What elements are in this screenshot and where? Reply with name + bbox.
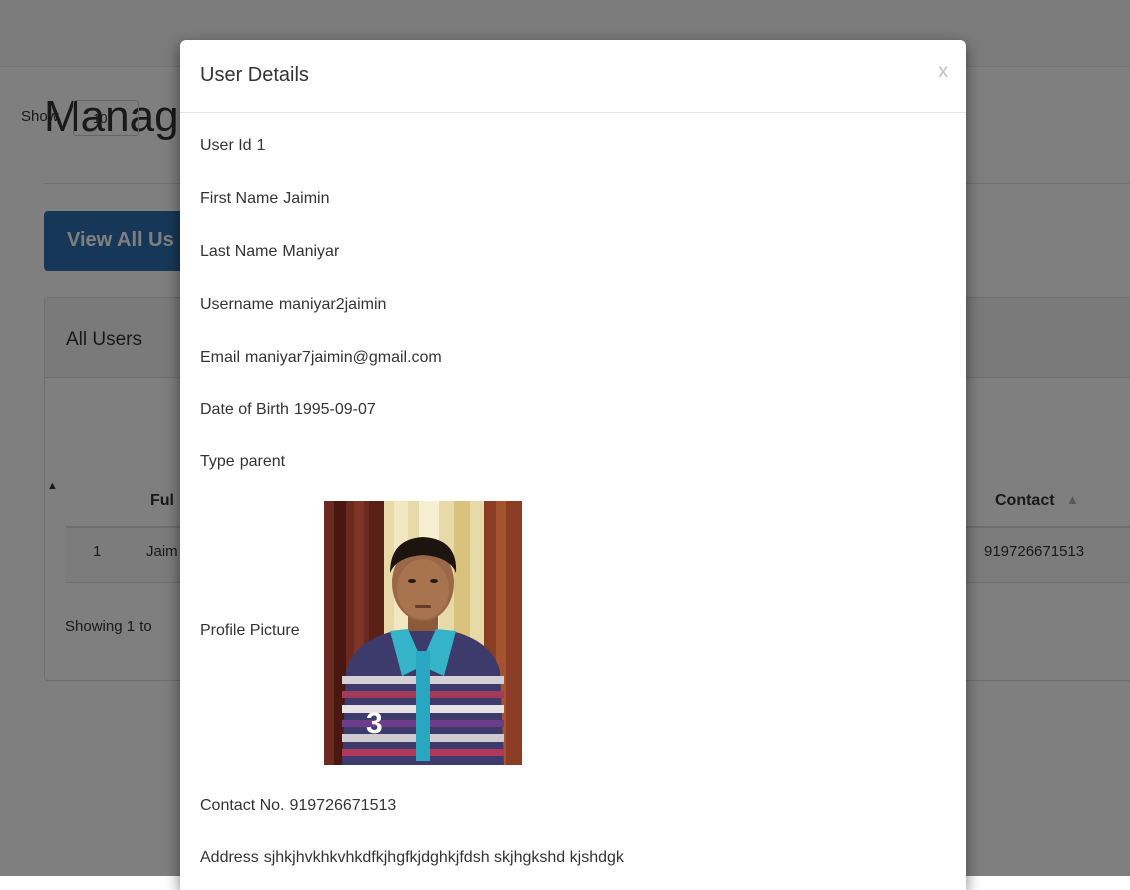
field-last-name: Last Name Maniyar	[200, 243, 339, 261]
field-label: Type	[200, 453, 235, 470]
field-label: User Id	[200, 137, 252, 154]
profile-picture-label: Profile Picture	[200, 622, 300, 639]
field-value: 919726671513	[289, 797, 397, 814]
field-username: Username maniyar2jaimin	[200, 296, 386, 314]
field-value: Maniyar	[282, 243, 340, 260]
field-value: maniyar7jaimin@gmail.com	[245, 349, 442, 366]
field-label: First Name	[200, 190, 279, 207]
field-address: Address sjhkjhvkhkvhkdfkjhgfkjdghkjfdsh s…	[200, 849, 624, 867]
field-value: Jaimin	[283, 190, 330, 207]
field-date-of-birth: Date of Birth 1995-09-07	[200, 401, 376, 419]
field-value: 1995-09-07	[293, 401, 376, 418]
field-user-id: User Id 1	[200, 137, 265, 155]
field-contact: Contact No. 919726671513	[200, 797, 396, 815]
user-details-modal: User Details x User Id 1 First Name Jaimin…	[180, 40, 966, 890]
field-label: Last Name	[200, 243, 278, 260]
field-label: Address	[200, 849, 259, 866]
field-label: Email	[200, 349, 241, 366]
modal-header: User Details x	[180, 40, 966, 113]
field-value: 1	[256, 137, 266, 154]
modal-title: User Details	[200, 64, 309, 86]
field-type: Type parent	[200, 453, 285, 471]
field-value: maniyar2jaimin	[278, 296, 387, 313]
close-icon[interactable]: x	[939, 61, 949, 83]
field-label: Date of Birth	[200, 401, 289, 418]
svg-text:3: 3	[366, 707, 383, 740]
profile-picture: 3	[324, 501, 522, 765]
field-value: parent	[239, 453, 286, 470]
field-label: Username	[200, 296, 274, 313]
field-value: sjhkjhvkhkvhkdfkjhgfkjdghkjfdsh skjhgksh…	[263, 849, 624, 866]
field-email: Email maniyar7jaimin@gmail.com	[200, 349, 442, 367]
field-label: Contact No.	[200, 797, 285, 814]
field-first-name: First Name Jaimin	[200, 190, 329, 208]
